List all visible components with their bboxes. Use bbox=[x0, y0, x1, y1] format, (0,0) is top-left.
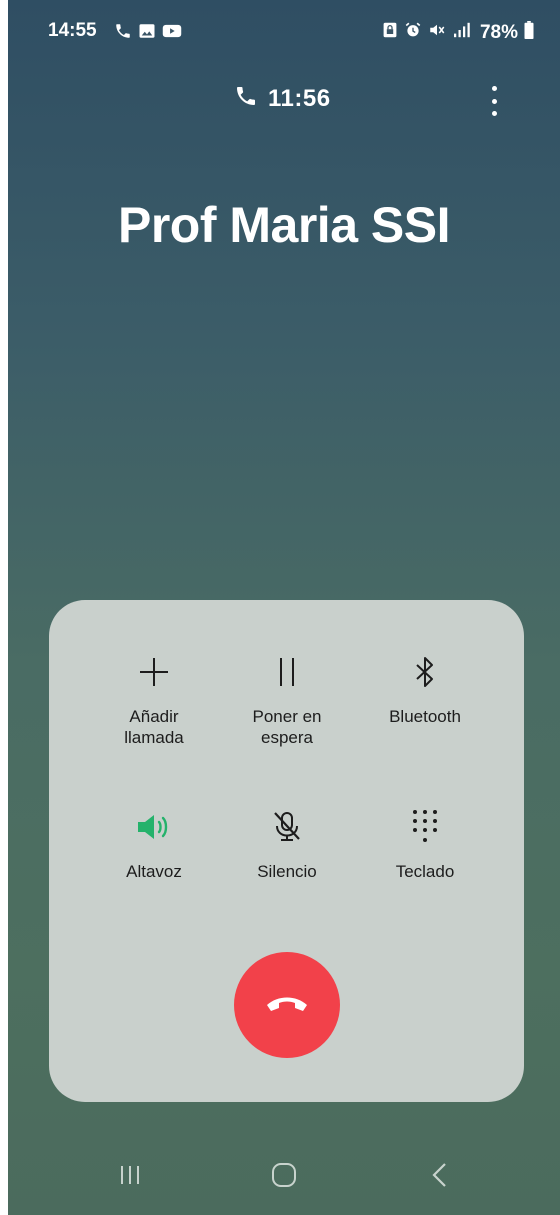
keypad-button[interactable]: Teclado bbox=[355, 805, 495, 882]
speaker-button[interactable]: Altavoz bbox=[84, 805, 224, 882]
mute-label: Silencio bbox=[257, 862, 317, 881]
status-bar: 14:55 78% bbox=[8, 0, 560, 66]
home-button[interactable] bbox=[254, 1155, 314, 1199]
call-screen: 14:55 78% 11:56 Prof Maria SSI Añadir ll… bbox=[8, 0, 560, 1215]
status-left-icons bbox=[114, 22, 182, 45]
keypad-label: Teclado bbox=[395, 862, 455, 881]
status-time: 14:55 bbox=[48, 20, 97, 41]
recents-icon bbox=[117, 1162, 143, 1193]
mic-off-icon bbox=[265, 805, 309, 849]
call-controls-panel: Añadir llamada Poner en espera Bluetooth… bbox=[49, 600, 524, 1102]
call-duration: 11:56 bbox=[268, 84, 331, 112]
pause-icon bbox=[265, 650, 309, 694]
end-call-icon bbox=[264, 991, 310, 1020]
battery-percent: 78% bbox=[479, 21, 518, 43]
mute-icon bbox=[428, 21, 446, 44]
bluetooth-button[interactable]: Bluetooth bbox=[355, 650, 495, 727]
back-icon bbox=[427, 1161, 453, 1194]
speaker-icon bbox=[132, 805, 176, 849]
hold-button[interactable]: Poner en espera bbox=[217, 650, 357, 748]
contact-name: Prof Maria SSI bbox=[118, 197, 451, 253]
plus-icon bbox=[132, 650, 176, 694]
more-dot bbox=[491, 111, 497, 116]
phone-icon bbox=[234, 84, 258, 113]
more-dot bbox=[491, 98, 497, 104]
add-call-label: Añadir llamada bbox=[124, 707, 184, 747]
add-call-button[interactable]: Añadir llamada bbox=[84, 650, 224, 748]
lock-icon bbox=[382, 21, 398, 44]
youtube-icon bbox=[162, 22, 182, 45]
battery-icon bbox=[524, 21, 534, 44]
phone-icon bbox=[114, 22, 132, 45]
hold-label: Poner en espera bbox=[252, 707, 322, 747]
navigation-bar bbox=[8, 1135, 560, 1215]
more-options-button[interactable] bbox=[482, 84, 506, 118]
more-dot bbox=[491, 86, 497, 91]
mute-button[interactable]: Silencio bbox=[217, 805, 357, 882]
bluetooth-icon bbox=[403, 650, 447, 694]
speaker-label: Altavoz bbox=[126, 862, 182, 881]
back-button[interactable] bbox=[410, 1155, 470, 1199]
call-timer: 11:56 bbox=[234, 84, 331, 113]
bluetooth-label: Bluetooth bbox=[389, 707, 461, 726]
home-icon bbox=[270, 1161, 298, 1194]
keypad-icon bbox=[403, 805, 447, 849]
alarm-icon bbox=[404, 21, 422, 44]
recents-button[interactable] bbox=[100, 1155, 160, 1199]
signal-icon bbox=[452, 21, 474, 44]
end-call-button[interactable] bbox=[234, 952, 340, 1058]
image-icon bbox=[138, 22, 156, 45]
status-right-icons: 78% bbox=[382, 21, 534, 44]
